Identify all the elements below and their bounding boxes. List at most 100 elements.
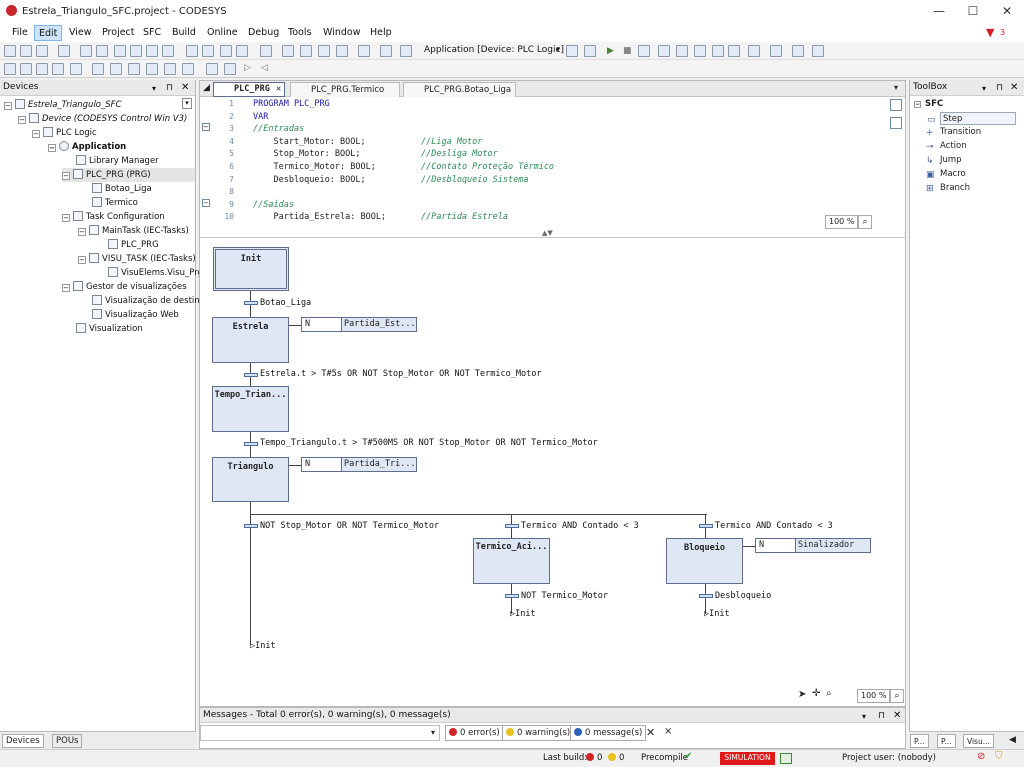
- sfc-step-bloqueio[interactable]: Bloqueio: [666, 538, 743, 584]
- no-connection-icon[interactable]: ⊘: [977, 751, 985, 762]
- tree-item-application[interactable]: − Application: [48, 140, 126, 154]
- tab-plc-prg[interactable]: PLC_PRG ✕: [213, 82, 285, 97]
- declaration-zoom[interactable]: 100 %: [825, 215, 859, 229]
- tree-item-visu-task[interactable]: − VISU_TASK (IEC-Tasks): [78, 252, 196, 266]
- tab-plc-prg-termico[interactable]: PLC_PRG.Termico: [290, 82, 400, 97]
- zoom-out-macro-icon[interactable]: [182, 63, 194, 75]
- unforce-values-icon[interactable]: [812, 45, 824, 57]
- transition-condition[interactable]: Termico AND Contado < 3: [715, 521, 833, 531]
- bookmark-list-icon[interactable]: [300, 45, 312, 57]
- new-project-icon[interactable]: [4, 45, 16, 57]
- zoom-into-macro-icon[interactable]: [164, 63, 176, 75]
- tab-scroll-left-icon[interactable]: ◢: [203, 83, 210, 93]
- pin-icon[interactable]: ⊓: [166, 81, 173, 96]
- insert-branch-icon[interactable]: [36, 63, 48, 75]
- code-line[interactable]: Stop_Motor: BOOL;: [253, 149, 360, 159]
- sfc-jump[interactable]: ▷Init: [704, 609, 730, 619]
- show-next-statement-icon[interactable]: [748, 45, 760, 57]
- breakpoint-icon[interactable]: [658, 45, 670, 57]
- tree-item-maintask-plc-prg[interactable]: PLC_PRG: [108, 238, 159, 252]
- messages-filter-button[interactable]: 0 message(s): [570, 725, 647, 741]
- tab-pous-view[interactable]: P...: [937, 734, 956, 748]
- step-into-icon[interactable]: [694, 45, 706, 57]
- panel-menu-icon[interactable]: ▾: [152, 81, 156, 96]
- chevron-down-icon[interactable]: ▾: [556, 45, 560, 54]
- tree-item-plc-prg[interactable]: − PLC_PRG (PRG): [62, 168, 195, 182]
- bookmark-next-icon[interactable]: [236, 45, 248, 57]
- collapse-icon[interactable]: −: [62, 214, 70, 222]
- collapse-icon[interactable]: −: [18, 116, 26, 124]
- property-icon[interactable]: [380, 45, 392, 57]
- transition-condition[interactable]: Desbloqueio: [715, 591, 771, 601]
- toolbox-item-step[interactable]: ▭ Step: [927, 112, 1016, 125]
- insert-object-icon[interactable]: [358, 45, 370, 57]
- tree-item-visu-manager[interactable]: − Gestor de visualizações: [62, 280, 187, 294]
- sfc-step-triangulo[interactable]: Triangulo: [212, 457, 289, 502]
- paste-icon[interactable]: [146, 45, 158, 57]
- panel-menu-icon[interactable]: ▾: [982, 81, 986, 96]
- reset-icon[interactable]: [638, 45, 650, 57]
- code-line[interactable]: VAR: [253, 112, 268, 122]
- collapse-icon[interactable]: −: [4, 102, 12, 110]
- bookmark-clear-icon[interactable]: [282, 45, 294, 57]
- security-shield-icon[interactable]: ⛉: [995, 751, 1003, 762]
- menu-project[interactable]: Project: [98, 25, 139, 41]
- transition-bar[interactable]: [699, 524, 713, 528]
- alternative-icon[interactable]: [92, 63, 104, 75]
- collapse-icon[interactable]: −: [32, 130, 40, 138]
- pan-icon[interactable]: ✛: [812, 688, 820, 699]
- warnings-filter-button[interactable]: 0 warning(s): [502, 725, 575, 741]
- collapse-icon[interactable]: −: [78, 228, 86, 236]
- sfc-jump[interactable]: ▷Init: [510, 609, 536, 619]
- step-out-icon[interactable]: [712, 45, 724, 57]
- close-icon[interactable]: ✕: [1010, 80, 1018, 95]
- notification-flag-icon[interactable]: ▼: [986, 26, 994, 39]
- menu-build[interactable]: Build: [168, 25, 200, 41]
- cross-ref-icon[interactable]: [318, 45, 330, 57]
- code-line[interactable]: Start_Motor: BOOL;: [253, 137, 365, 147]
- tab-visu-toolbox[interactable]: Visu...: [963, 734, 994, 748]
- redo-icon[interactable]: [96, 45, 108, 57]
- collapse-icon[interactable]: −: [62, 172, 70, 180]
- logout-icon[interactable]: [584, 45, 596, 57]
- transition-condition[interactable]: Botao_Liga: [260, 298, 311, 308]
- toolbox-item-macro[interactable]: ▣ Macro: [926, 168, 966, 181]
- find-replace-icon[interactable]: [202, 45, 214, 57]
- tree-item-visualization[interactable]: Visualization: [76, 322, 143, 336]
- sfc-action-estrela[interactable]: N Partida_Est...: [301, 317, 417, 332]
- code-line[interactable]: //Entradas: [253, 124, 304, 134]
- run-to-cursor-icon[interactable]: [728, 45, 740, 57]
- compile-icon[interactable]: [400, 45, 412, 57]
- insert-macro-icon[interactable]: [146, 63, 158, 75]
- tree-item-target-visu[interactable]: Visualização de destino: [92, 294, 205, 308]
- bookmark-icon[interactable]: [220, 45, 232, 57]
- sfc-step-init[interactable]: Init: [213, 247, 289, 291]
- transition-bar[interactable]: [505, 594, 519, 598]
- tree-item-task-configuration[interactable]: − Task Configuration: [62, 210, 165, 224]
- transition-bar[interactable]: [244, 301, 258, 305]
- start-icon[interactable]: ▶: [607, 46, 614, 56]
- splitter-handle-icon[interactable]: ▲▼: [542, 229, 553, 237]
- add-entry-action-icon[interactable]: [206, 63, 218, 75]
- copy-icon[interactable]: [130, 45, 142, 57]
- tree-item-plc-logic[interactable]: − PLC Logic: [32, 126, 97, 140]
- transition-condition[interactable]: Estrela.t > T#5s OR NOT Stop_Motor OR NO…: [260, 369, 541, 379]
- collapse-icon[interactable]: −: [48, 144, 56, 152]
- tree-item-device[interactable]: − Device (CODESYS Control Win V3): [18, 112, 187, 126]
- declaration-view-icon[interactable]: [890, 99, 902, 111]
- force-values-icon[interactable]: [792, 45, 804, 57]
- clear-messages-icon[interactable]: ✕: [646, 726, 655, 739]
- bookmark-prev-icon[interactable]: [260, 45, 272, 57]
- menu-view[interactable]: View: [65, 25, 96, 41]
- transition-bar[interactable]: [244, 373, 258, 377]
- tree-item-maintask[interactable]: − MainTask (IEC-Tasks): [78, 224, 189, 238]
- open-project-icon[interactable]: [20, 45, 32, 57]
- collapse-icon[interactable]: −: [78, 256, 86, 264]
- close-icon[interactable]: ✕: [893, 708, 901, 723]
- tab-list-dropdown-icon[interactable]: ▾: [894, 83, 898, 92]
- code-line[interactable]: //Saídas: [253, 200, 294, 210]
- toolbox-item-transition[interactable]: + Transition: [926, 126, 981, 139]
- toolbox-item-action[interactable]: ⊸ Action: [926, 140, 967, 153]
- tab-properties[interactable]: P...: [910, 734, 929, 748]
- sfc-step-tempo-triangulo[interactable]: Tempo_Trian...: [212, 386, 289, 432]
